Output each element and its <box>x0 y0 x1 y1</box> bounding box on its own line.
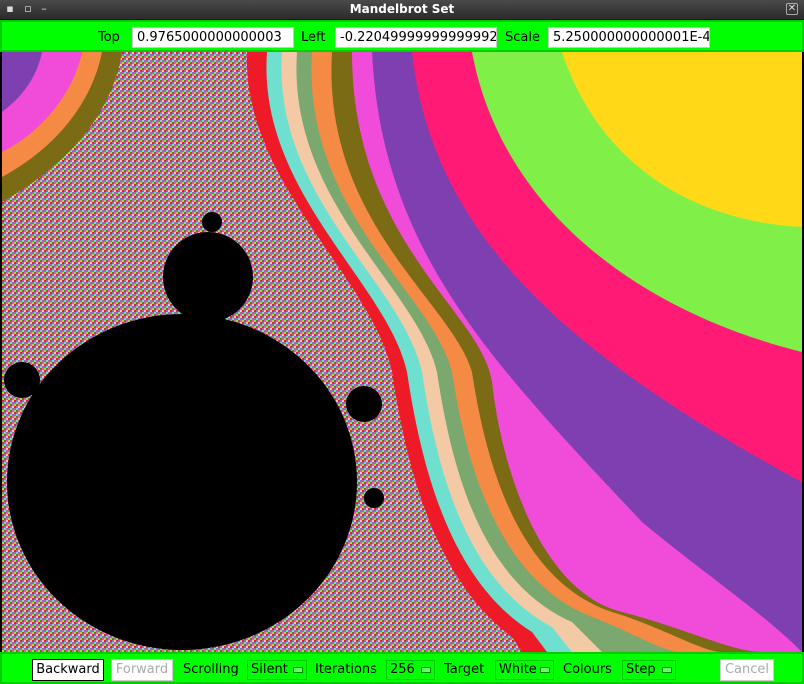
control-toolbar: Backward Forward Scrolling Silent Iterat… <box>0 652 804 684</box>
iterations-value: 256 <box>390 662 415 677</box>
colours-select[interactable]: Step <box>622 660 676 680</box>
close-icon[interactable]: ✕ <box>786 3 798 15</box>
scrolling-label: Scrolling <box>183 662 239 677</box>
target-value: White <box>499 662 537 677</box>
scale-label: Scale <box>505 30 540 45</box>
scrolling-value: Silent <box>251 662 288 677</box>
coordinate-toolbar: Top 0.9765000000000003 Left -0.220499999… <box>0 20 804 52</box>
target-label: Target <box>444 662 485 677</box>
left-field[interactable]: -0.22049999999999992 <box>335 27 497 48</box>
colours-label: Colours <box>563 662 612 677</box>
scrolling-select[interactable]: Silent <box>247 660 307 680</box>
window-titlebar: ▪ ▫ – Mandelbrot Set ✕ <box>0 0 804 20</box>
mandelbrot-image <box>2 52 802 652</box>
dropdown-arrow-icon <box>662 667 672 673</box>
top-field[interactable]: 0.9765000000000003 <box>132 27 294 48</box>
cancel-button[interactable]: Cancel <box>720 659 774 681</box>
scale-field[interactable]: 5.250000000000001E-4 <box>548 27 710 48</box>
iterations-select[interactable]: 256 <box>386 660 435 680</box>
backward-button[interactable]: Backward <box>32 659 104 681</box>
dropdown-arrow-icon <box>421 667 431 673</box>
iterations-label: Iterations <box>315 662 377 677</box>
top-label: Top <box>98 30 120 45</box>
left-label: Left <box>301 30 326 45</box>
dropdown-arrow-icon <box>540 667 550 673</box>
forward-button[interactable]: Forward <box>111 659 173 681</box>
window-title: Mandelbrot Set <box>349 2 455 16</box>
target-select[interactable]: White <box>495 660 554 680</box>
dropdown-arrow-icon <box>293 667 303 673</box>
fractal-canvas[interactable] <box>2 52 802 652</box>
colours-value: Step <box>626 662 656 677</box>
